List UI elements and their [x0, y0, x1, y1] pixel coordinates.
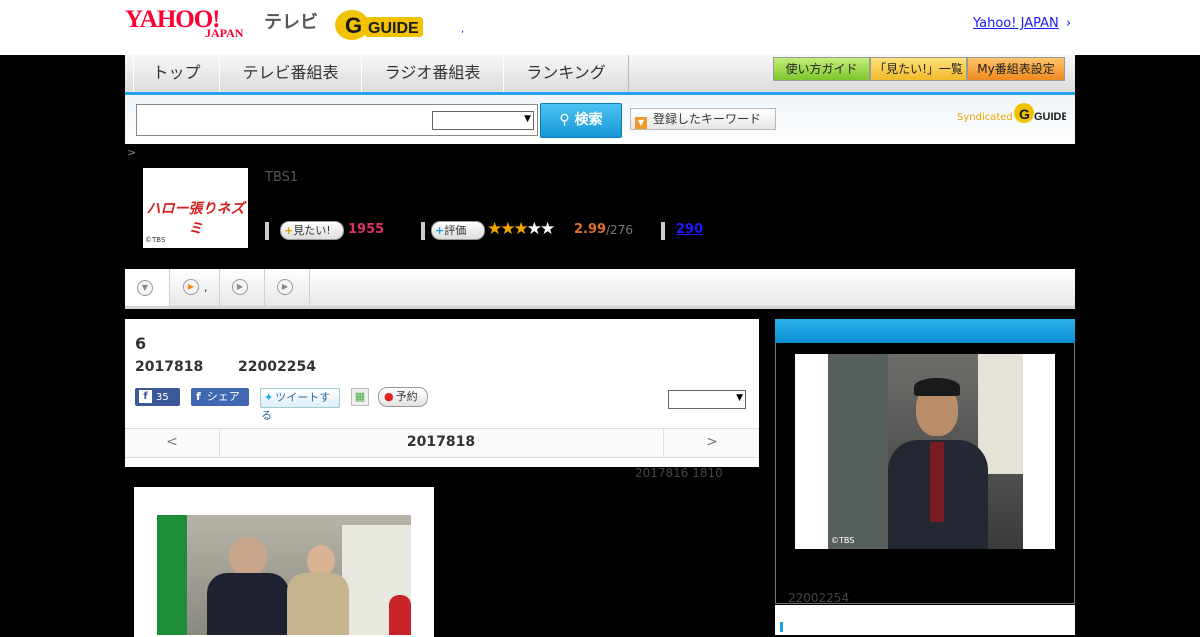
program-thumb-title: ハロー張りネズミ: [146, 201, 245, 237]
nav-tab-tv-schedule[interactable]: テレビ番組表: [219, 55, 362, 92]
reserve-label: 予約: [395, 390, 418, 403]
play-icon: ▶: [183, 279, 199, 295]
station-name: TBS1: [265, 170, 299, 185]
episode-date: 2017818: [135, 359, 204, 375]
chevron-down-icon: ▼: [137, 280, 153, 296]
search-category-select[interactable]: ▼: [432, 111, 534, 130]
person-hair: [914, 378, 960, 396]
episode-time: 22002254: [238, 359, 316, 375]
poster-decoration: [157, 515, 187, 635]
side-time: 22002254: [788, 591, 850, 605]
play-icon: ▶: [277, 279, 293, 295]
want-count: 1955: [348, 222, 385, 237]
facebook-count: 35: [156, 392, 169, 403]
facebook-icon: f: [139, 390, 152, 403]
remind-select[interactable]: ▼: [668, 390, 746, 409]
twitter-bird-icon: ✦: [264, 391, 274, 404]
rate-button-label: 評価: [444, 224, 467, 237]
global-nav: トップ テレビ番組表 ラジオ番組表 ランキング 使い方ガイド 「見たい!」一覧 …: [125, 55, 1075, 96]
record-dot-icon: ●: [384, 390, 394, 403]
star-score: 2.99: [574, 222, 607, 237]
registered-keywords-button[interactable]: ▼ 登録したキーワード: [630, 108, 776, 130]
tab-0[interactable]: ▼: [125, 269, 170, 306]
daruma-decoration: [389, 595, 411, 635]
star-icon: ★: [526, 219, 542, 239]
side-bottom-panel: [775, 605, 1075, 635]
syndicated-gguide-logo: G GUIDE: [1014, 103, 1066, 123]
reserve-button[interactable]: ● 予約: [378, 387, 428, 407]
search-icon: ⚲: [559, 112, 575, 128]
tv-logo-text[interactable]: テレビ: [264, 8, 318, 34]
chevron-down-icon: ▼: [736, 393, 743, 403]
search-button-label: 検索: [574, 112, 603, 128]
next-date-button[interactable]: >: [663, 428, 760, 456]
syndicated-label: Syndicated: [957, 112, 1013, 123]
tab-2[interactable]: ▶: [220, 269, 265, 306]
usage-guide-button[interactable]: 使い方ガイド: [773, 57, 870, 81]
share-label: シェア: [206, 390, 240, 403]
want-button[interactable]: +見たい!: [280, 221, 344, 240]
shelf-decoration: [828, 354, 888, 549]
star-rating: ★★★★★: [487, 219, 555, 239]
tab-label: ,: [204, 281, 208, 294]
star-icon: ★: [540, 219, 555, 239]
side-cast-photo[interactable]: ©TBS: [828, 354, 1023, 549]
tab-1[interactable]: ▶ ,: [170, 269, 220, 306]
photo-copyright: ©TBS: [831, 536, 855, 545]
rate-button[interactable]: +評価: [431, 221, 485, 240]
chevron-down-icon: ▼: [635, 117, 647, 129]
previous-date-button[interactable]: <: [125, 428, 220, 456]
yahoo-japan-link[interactable]: Yahoo! JAPAN: [973, 16, 1059, 31]
star-icon: ★: [500, 219, 515, 239]
person-jacket: [287, 573, 349, 635]
divider: [661, 222, 665, 240]
breadcrumb[interactable]: >: [127, 146, 136, 159]
gguide-logo[interactable]: G GUIDE: [335, 8, 427, 42]
svg-text:G: G: [1019, 106, 1030, 122]
thumb-copyright: ©TBS: [145, 236, 166, 244]
my-schedule-settings-button[interactable]: My番組表設定: [967, 57, 1065, 81]
comment-count-link[interactable]: 290: [676, 222, 703, 237]
current-date: 2017818: [406, 434, 476, 450]
plus-icon: +: [435, 224, 445, 237]
program-tabs: ▼ ▶ , ▶ ▶: [125, 269, 1075, 309]
tweet-button[interactable]: ✦ ツイートする: [260, 388, 340, 422]
episode-photo[interactable]: [157, 515, 411, 635]
want-list-button[interactable]: 「見たい!」一覧: [870, 57, 967, 81]
header-dot: ,: [461, 24, 465, 35]
program-thumbnail[interactable]: ハロー張りネズミ ©TBS: [143, 168, 248, 248]
play-icon: ▶: [232, 279, 248, 295]
person-head: [229, 537, 267, 577]
side-panel-header: [775, 319, 1075, 343]
person-tie: [930, 442, 944, 522]
nav-tab-top[interactable]: トップ: [133, 55, 220, 92]
facebook-share-button[interactable]: f シェア: [191, 388, 249, 406]
divider: [421, 222, 425, 240]
yahoo-japan-logo-text: JAPAN: [205, 26, 244, 40]
tab-3[interactable]: ▶: [265, 269, 310, 306]
chevron-down-icon: ▼: [524, 114, 531, 124]
divider: [265, 222, 269, 240]
want-button-label: 見たい!: [293, 224, 331, 237]
side-accent-bar: [780, 622, 783, 632]
star-icon: ★: [513, 219, 529, 239]
bookmark-icon[interactable]: ▦: [351, 388, 369, 406]
search-button[interactable]: ⚲ 検索: [540, 103, 622, 138]
episode-title: 6: [135, 334, 147, 353]
plus-icon: +: [284, 224, 294, 237]
svg-text:GUIDE: GUIDE: [368, 20, 419, 37]
nav-tab-ranking[interactable]: ランキング: [503, 55, 629, 92]
person-suit: [207, 573, 289, 635]
star-icon: ★: [487, 219, 502, 239]
nav-tab-radio-schedule[interactable]: ラジオ番組表: [361, 55, 504, 92]
svg-text:GUIDE: GUIDE: [1034, 111, 1066, 123]
facebook-icon: f: [196, 390, 201, 403]
keyword-button-label: 登録したキーワード: [653, 112, 762, 126]
updated-timestamp: 2017816 1810: [635, 466, 723, 480]
facebook-like-button[interactable]: f 35: [135, 388, 180, 406]
star-total: /276: [606, 223, 633, 237]
svg-text:G: G: [345, 13, 362, 38]
link-arrow-icon: ›: [1066, 16, 1072, 31]
